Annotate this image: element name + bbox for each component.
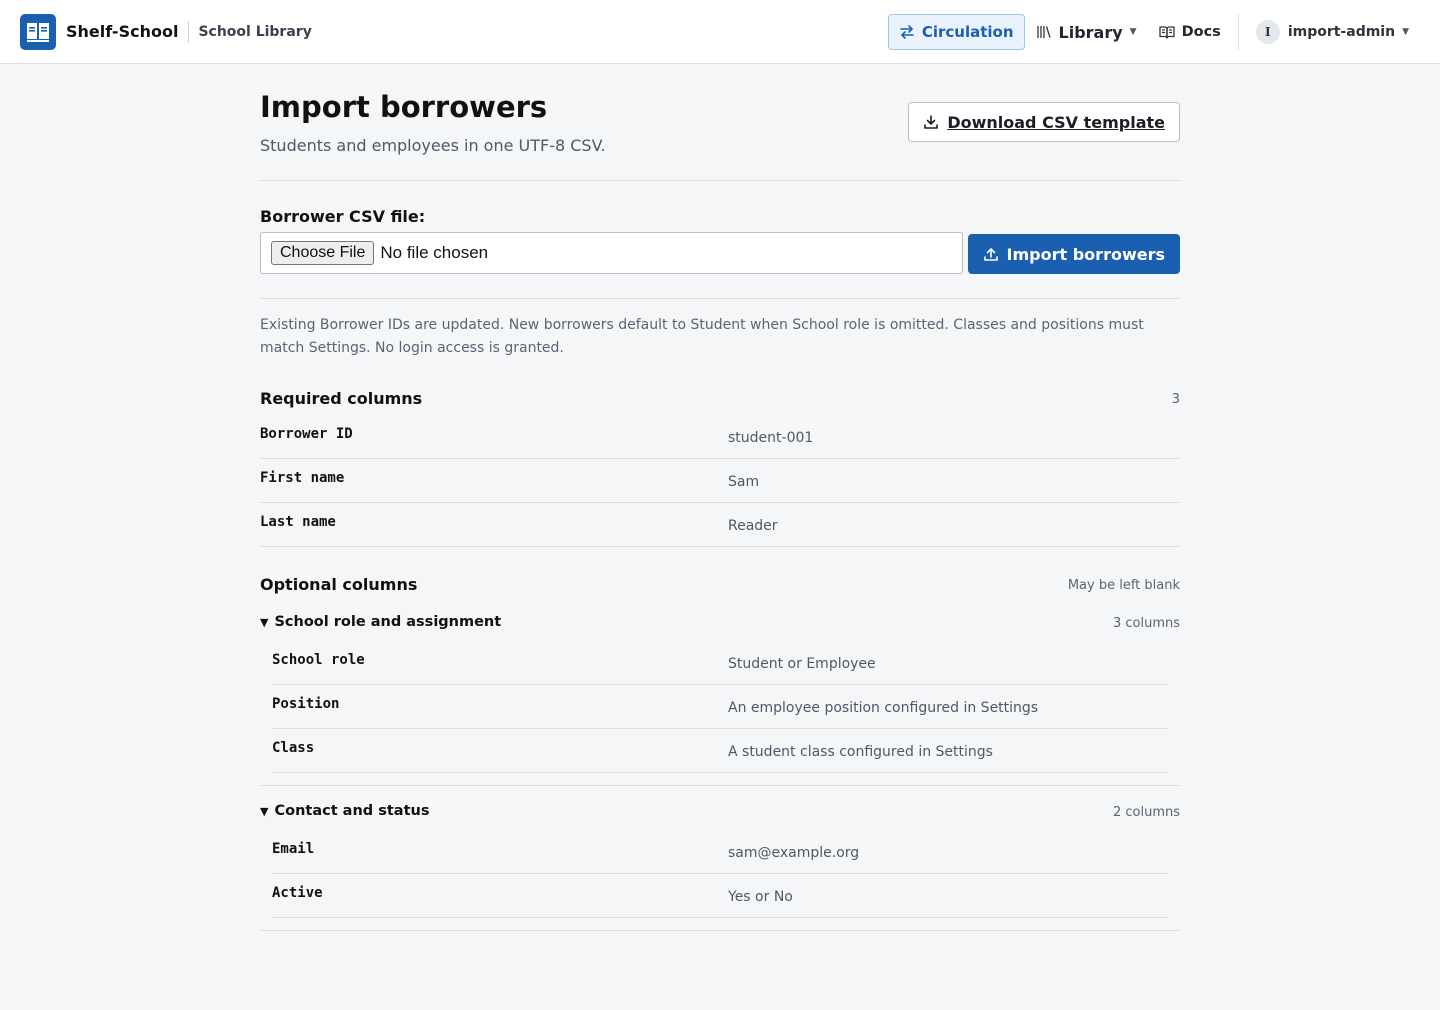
- optional-title: Optional columns: [260, 575, 418, 594]
- column-example: An employee position configured in Setti…: [728, 700, 1039, 716]
- required-columns: Required columns 3 Borrower ID student-0…: [260, 385, 1180, 547]
- column-example: Sam: [728, 474, 760, 490]
- table-row: Last name Reader: [260, 503, 1180, 547]
- import-note: Existing Borrower IDs are updated. New b…: [260, 317, 1144, 356]
- table-row: Position An employee position configured…: [272, 685, 1168, 729]
- group-title: School role and assignment: [274, 614, 502, 630]
- nav-library[interactable]: Library ▼: [1025, 14, 1148, 50]
- column-example: sam@example.org: [728, 845, 860, 861]
- swap-arrows-icon: [899, 24, 915, 40]
- column-key: Last name: [260, 514, 336, 530]
- group-header[interactable]: ▼ Contact and status 2 columns: [260, 794, 1180, 830]
- column-example: Yes or No: [728, 889, 793, 905]
- brand-divider: [188, 20, 190, 43]
- caret-down-icon: ▼: [1402, 27, 1409, 37]
- app-subtitle: School Library: [198, 23, 312, 40]
- optional-header: Optional columns May be left blank: [260, 571, 1180, 601]
- triangle-down-icon: ▼: [260, 615, 269, 629]
- group-toggle[interactable]: ▼ Contact and status: [260, 803, 429, 819]
- download-template-button[interactable]: Download CSV template: [908, 102, 1180, 142]
- required-title: Required columns: [260, 389, 423, 408]
- top-bar: Shelf-School School Library Circulation …: [0, 0, 1440, 64]
- import-borrowers-button[interactable]: Import borrowers: [967, 234, 1180, 274]
- page-header: Import borrowers Students and employees …: [260, 64, 1180, 181]
- brand[interactable]: Shelf-School School Library: [20, 13, 312, 50]
- table-row: Active Yes or No: [272, 874, 1168, 918]
- library-books-icon: [1036, 25, 1052, 39]
- choose-file-button[interactable]: Choose File: [271, 241, 375, 265]
- nav-docs-label: Docs: [1181, 24, 1221, 40]
- table-row: First name Sam: [260, 459, 1180, 503]
- page-title: Import borrowers: [260, 90, 548, 124]
- table-row: School role Student or Employee: [272, 641, 1168, 685]
- upload-icon: [983, 246, 999, 262]
- column-key: Email: [272, 841, 315, 857]
- column-key: Position: [272, 696, 340, 712]
- file-input[interactable]: Choose File No file chosen: [260, 232, 963, 274]
- nav-docs[interactable]: Docs: [1148, 14, 1232, 50]
- group-count: 2 columns: [1112, 805, 1180, 820]
- file-input-label: Borrower CSV file:: [260, 207, 426, 226]
- group-title: Contact and status: [274, 803, 430, 819]
- column-example: student-001: [728, 430, 814, 446]
- column-key: Active: [272, 885, 323, 901]
- group-toggle[interactable]: ▼ School role and assignment: [260, 614, 501, 630]
- triangle-down-icon: ▼: [260, 804, 269, 818]
- nav-divider: [1237, 14, 1239, 50]
- table-row: Class A student class configured in Sett…: [272, 729, 1168, 773]
- group-rows: Email sam@example.org Active Yes or No: [272, 830, 1168, 918]
- file-status: No file chosen: [380, 243, 489, 262]
- column-example: Student or Employee: [728, 656, 876, 672]
- main-nav: Circulation Library ▼ Docs I import-admi…: [887, 0, 1420, 64]
- required-count: 3: [1171, 392, 1180, 407]
- open-book-icon: [1158, 25, 1175, 39]
- column-key: Class: [272, 740, 315, 756]
- column-key: Borrower ID: [260, 426, 353, 442]
- group-header[interactable]: ▼ School role and assignment 3 columns: [260, 605, 1180, 641]
- download-template-label: Download CSV template: [947, 112, 1165, 132]
- user-menu[interactable]: I import-admin ▼: [1245, 14, 1420, 50]
- nav-circulation-label: Circulation: [921, 23, 1014, 41]
- required-header: Required columns 3: [260, 385, 1180, 415]
- app-name: Shelf-School: [66, 22, 179, 41]
- group-school-role: ▼ School role and assignment 3 columns S…: [260, 605, 1180, 786]
- nav-circulation[interactable]: Circulation: [887, 14, 1025, 50]
- group-count: 3 columns: [1112, 616, 1180, 631]
- optional-columns: Optional columns May be left blank ▼ Sch…: [260, 571, 1180, 931]
- column-key: First name: [260, 470, 345, 486]
- download-icon: [923, 114, 939, 130]
- caret-down-icon: ▼: [1129, 27, 1137, 37]
- nav-library-label: Library: [1058, 22, 1123, 42]
- main-content: Import borrowers Students and employees …: [260, 64, 1180, 931]
- column-key: School role: [272, 652, 365, 668]
- user-name: import-admin: [1287, 24, 1396, 40]
- page-subtitle: Students and employees in one UTF-8 CSV.: [260, 136, 606, 155]
- column-example: A student class configured in Settings: [728, 744, 993, 760]
- column-example: Reader: [728, 518, 778, 534]
- optional-meta: May be left blank: [1067, 578, 1180, 593]
- book-logo-icon: [20, 13, 56, 50]
- group-rows: School role Student or Employee Position…: [272, 641, 1168, 773]
- upload-form: Borrower CSV file: Choose File No file c…: [260, 181, 1180, 299]
- table-row: Borrower ID student-001: [260, 415, 1180, 459]
- table-row: Email sam@example.org: [272, 830, 1168, 874]
- group-contact-status: ▼ Contact and status 2 columns Email sam…: [260, 794, 1180, 931]
- avatar: I: [1255, 20, 1280, 44]
- import-borrowers-label: Import borrowers: [1006, 244, 1165, 264]
